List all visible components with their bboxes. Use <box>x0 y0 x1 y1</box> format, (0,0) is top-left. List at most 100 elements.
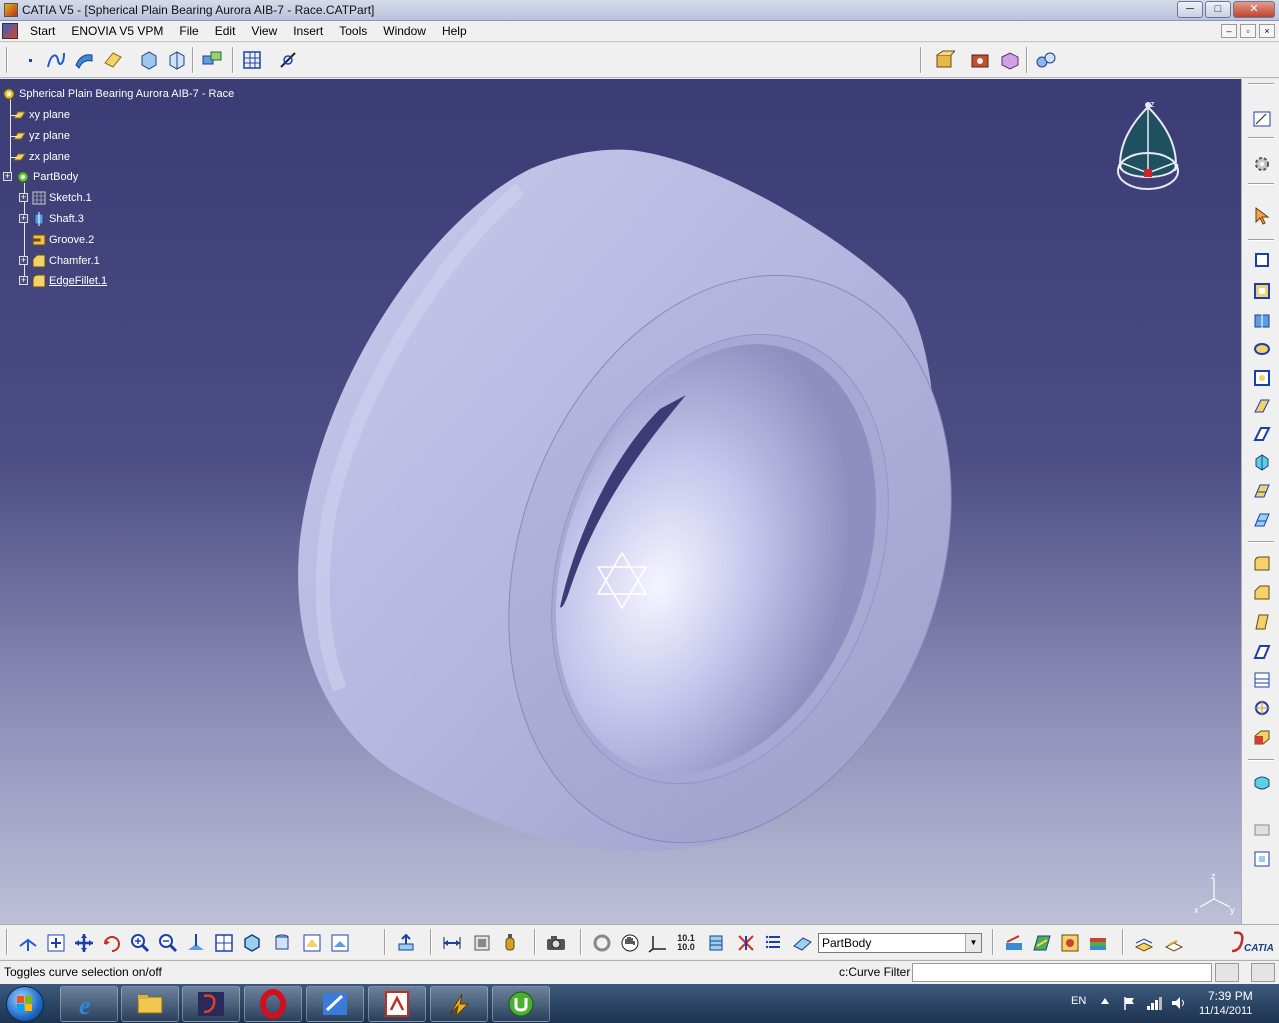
spin-icon[interactable] <box>590 931 614 955</box>
minimize-button[interactable]: ─ <box>1177 1 1203 18</box>
sheet-icon[interactable] <box>1162 931 1186 955</box>
pad-icon[interactable] <box>1251 249 1273 271</box>
thickness-icon[interactable] <box>1251 669 1273 691</box>
remove-face-icon[interactable] <box>1251 726 1273 748</box>
law-icon[interactable] <box>498 931 522 955</box>
pocket-icon[interactable] <box>1251 280 1273 302</box>
sketcher-icon[interactable] <box>276 48 300 72</box>
select-arrow-icon[interactable] <box>1251 205 1273 227</box>
chamfer-tool-icon[interactable] <box>1251 582 1273 604</box>
close-button[interactable]: ✕ <box>1233 1 1275 18</box>
sketch-tool-icon[interactable] <box>1251 107 1273 129</box>
fit-all-icon[interactable] <box>44 931 68 955</box>
taskbar-explorer-icon[interactable] <box>121 986 179 1022</box>
shell-icon[interactable] <box>1251 641 1273 663</box>
update-icon[interactable] <box>394 931 418 955</box>
multi-sections-icon[interactable] <box>1251 480 1273 502</box>
settings-gear-icon[interactable] <box>1251 153 1273 175</box>
map-apply-icon[interactable] <box>1030 931 1054 955</box>
normal-view-icon[interactable] <box>184 931 208 955</box>
status-close-button[interactable] <box>1251 963 1275 982</box>
taskbar-catia-icon[interactable] <box>182 986 240 1022</box>
menu-enovia[interactable]: ENOVIA V5 VPM <box>63 24 171 38</box>
dimension-icon[interactable] <box>440 931 464 955</box>
menu-window[interactable]: Window <box>375 24 434 38</box>
thread-icon[interactable] <box>1251 697 1273 719</box>
analysis-icon[interactable] <box>1251 848 1273 870</box>
chevron-down-icon[interactable]: ▼ <box>965 934 981 952</box>
work-object-icon[interactable] <box>790 931 814 955</box>
network-signal-icon[interactable] <box>1146 995 1164 1011</box>
plane-icon[interactable] <box>100 48 124 72</box>
grab-hand-icon[interactable] <box>618 931 642 955</box>
compass-widget[interactable]: z x y <box>1108 97 1188 197</box>
menu-edit[interactable]: Edit <box>207 24 244 38</box>
layer-list-icon[interactable] <box>762 931 786 955</box>
input-language[interactable]: EN <box>1071 995 1086 1007</box>
shading-icon[interactable] <box>270 931 294 955</box>
rib-icon[interactable] <box>1251 367 1273 389</box>
edge-fillet-icon[interactable] <box>1251 553 1273 575</box>
windows-start-orb[interactable] <box>6 986 44 1022</box>
point-icon[interactable] <box>18 48 42 72</box>
doc-close-button[interactable]: × <box>1259 24 1275 38</box>
doc-restore-button[interactable]: ▫ <box>1240 24 1256 38</box>
taskbar-opera-icon[interactable] <box>244 986 302 1022</box>
hide-show-icon[interactable] <box>300 931 324 955</box>
publication-icon[interactable] <box>1132 931 1156 955</box>
doc-minimize-button[interactable]: – <box>1221 24 1237 38</box>
constraint-icon[interactable] <box>1034 48 1058 72</box>
catia-app-icon[interactable] <box>4 3 18 17</box>
action-center-flag-icon[interactable] <box>1122 995 1138 1011</box>
taskbar-winamp-icon[interactable] <box>430 986 488 1022</box>
measure-icon[interactable] <box>1251 819 1273 841</box>
grid-icon[interactable] <box>240 48 264 72</box>
zoom-out-icon[interactable] <box>156 931 180 955</box>
menu-tools[interactable]: Tools <box>331 24 375 38</box>
render-icon[interactable] <box>1058 931 1082 955</box>
pan-icon[interactable] <box>72 931 96 955</box>
hole-icon[interactable] <box>1251 338 1273 360</box>
taskbar-pdf-icon[interactable] <box>368 986 426 1022</box>
capture-camera-icon[interactable] <box>544 931 568 955</box>
spline-icon[interactable] <box>44 48 68 72</box>
fly-mode-icon[interactable] <box>16 931 40 955</box>
menu-insert[interactable]: Insert <box>285 24 331 38</box>
boolean-icon[interactable] <box>1251 771 1273 793</box>
stiffener-icon[interactable] <box>1251 423 1273 445</box>
swap-visible-space-icon[interactable] <box>328 931 352 955</box>
power-input-field[interactable] <box>912 963 1212 982</box>
compass-tool-icon[interactable] <box>704 931 728 955</box>
filter-options-button[interactable] <box>1215 963 1239 982</box>
assembly-icon[interactable] <box>200 48 224 72</box>
multi-view-icon[interactable] <box>212 931 236 955</box>
taskbar-utorrent-icon[interactable] <box>492 986 550 1022</box>
shaft-tool-icon[interactable] <box>1251 310 1273 332</box>
show-hidden-icons-icon[interactable] <box>1101 998 1109 1004</box>
taskbar-ie-icon[interactable]: e <box>60 986 118 1022</box>
volume-icon[interactable] <box>1170 995 1188 1011</box>
remove-multi-sections-icon[interactable] <box>1251 509 1273 531</box>
body-selector-combo[interactable]: PartBody ▼ <box>818 933 982 953</box>
units-ratio-icon[interactable]: 10.1 10.0 <box>674 931 698 955</box>
menu-file[interactable]: File <box>171 24 206 38</box>
formula-icon[interactable] <box>470 931 494 955</box>
menu-help[interactable]: Help <box>434 24 475 38</box>
axis-system-icon[interactable] <box>646 931 670 955</box>
race-part-model[interactable] <box>0 79 1241 924</box>
start-icon[interactable] <box>2 23 18 39</box>
solid-combine-icon[interactable] <box>1251 451 1273 473</box>
texture-icon[interactable] <box>1086 931 1110 955</box>
iso-view-icon[interactable] <box>240 931 264 955</box>
clock-date[interactable]: 11/14/2011 <box>1199 1005 1252 1017</box>
rotate-icon[interactable] <box>100 931 124 955</box>
slot-icon[interactable] <box>1251 395 1273 417</box>
clock-time[interactable]: 7:39 PM <box>1208 989 1253 1003</box>
taskbar-app-icon[interactable] <box>306 986 364 1022</box>
draft-icon[interactable] <box>1251 611 1273 633</box>
material-icon[interactable] <box>1002 931 1026 955</box>
mechanical-part-icon[interactable] <box>968 48 992 72</box>
maximize-button[interactable]: □ <box>1205 1 1231 18</box>
view-front-icon[interactable] <box>136 48 160 72</box>
zoom-in-icon[interactable] <box>128 931 152 955</box>
